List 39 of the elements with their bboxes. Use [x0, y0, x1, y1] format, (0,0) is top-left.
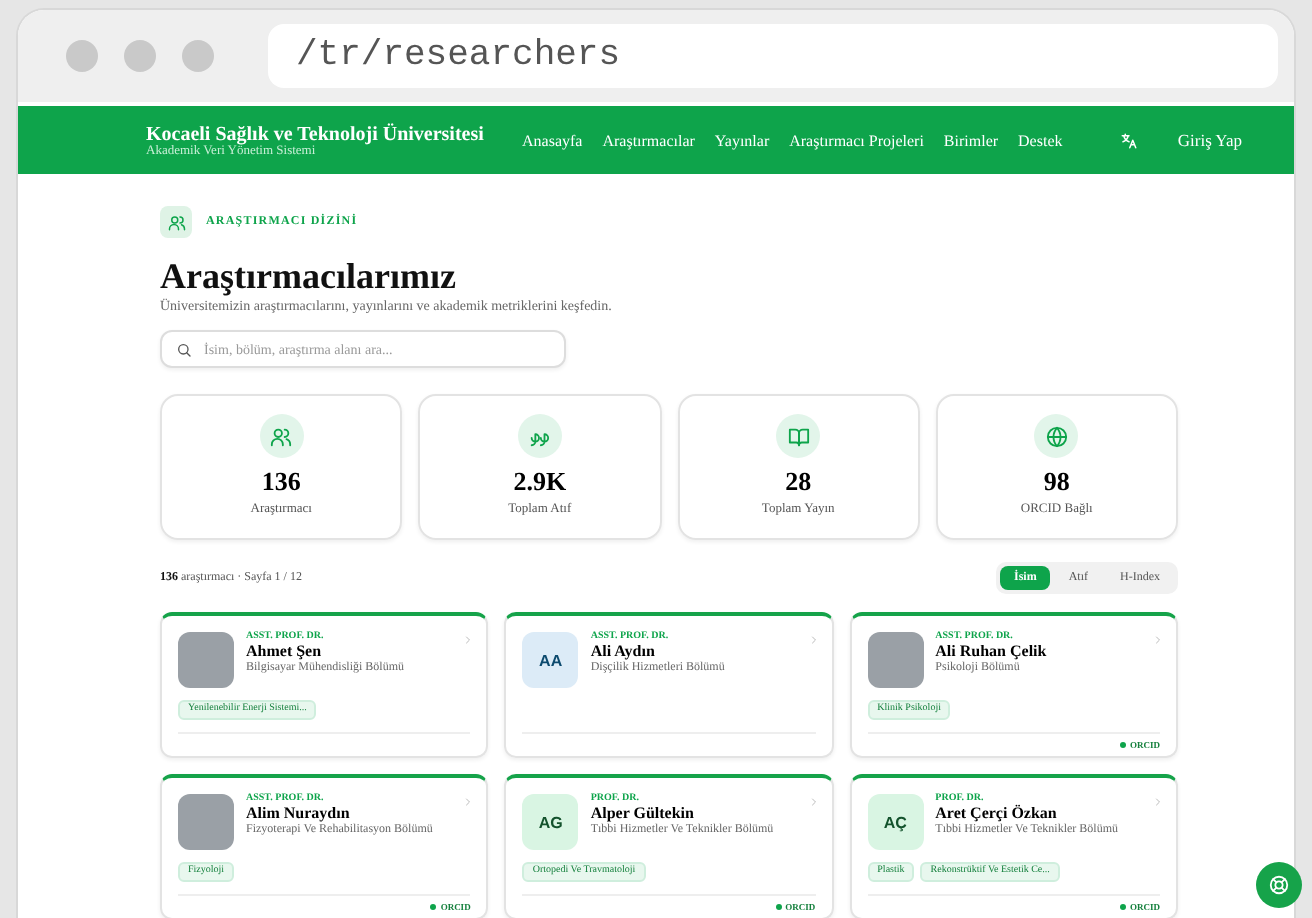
- photo-placeholder: [178, 794, 234, 850]
- chevron-right-icon: [1151, 796, 1164, 808]
- search-icon: [176, 342, 192, 358]
- page-title: Araştırmacılarımız: [160, 256, 458, 296]
- address-bar[interactable]: /tr/researchers: [268, 24, 1278, 88]
- university-name: Kocaeli Sağlık ve Teknoloji Üniversitesi: [146, 123, 484, 145]
- status-dot: [775, 904, 782, 910]
- open-book-icon: [787, 425, 810, 447]
- chevron-right-icon: [1151, 634, 1164, 646]
- chevron-right-icon: [462, 796, 475, 808]
- researcher-name: Aret Çerçi Özkan: [935, 804, 1059, 823]
- stat-value: 136: [261, 466, 301, 496]
- people-icon: [270, 425, 293, 447]
- window-control[interactable]: [124, 40, 156, 72]
- researcher-name: Ali Aydın: [590, 642, 657, 661]
- stat-value: 2.9K: [513, 466, 567, 496]
- initials-avatar: AG: [522, 794, 579, 850]
- researcher-name: Alim Nuraydın: [246, 804, 352, 823]
- globe-icon: [1045, 425, 1068, 447]
- status-dot: [1119, 742, 1126, 748]
- lifebuoy-icon: [1268, 874, 1290, 896]
- people-icon: [167, 213, 185, 231]
- status-dot: [430, 904, 437, 910]
- researcher-name: Alper Gültekin: [590, 804, 696, 823]
- chevron-right-icon: [462, 634, 475, 646]
- researcher-name: Ali Ruhan Çelik: [935, 642, 1047, 661]
- chevron-right-icon: [807, 796, 820, 808]
- stat-value: 98: [1043, 466, 1070, 496]
- initials-avatar: AÇ: [867, 794, 924, 850]
- window-control[interactable]: [66, 40, 98, 72]
- translate-icon[interactable]: [1119, 131, 1138, 149]
- status-dot: [1119, 904, 1126, 910]
- initials-avatar: AA: [522, 632, 579, 688]
- researcher-name: Ahmet Şen: [246, 642, 324, 661]
- chevron-right-icon: [807, 634, 820, 646]
- photo-placeholder: [867, 632, 924, 688]
- stat-value: 28: [785, 466, 812, 496]
- window-control[interactable]: [182, 40, 214, 72]
- photo-placeholder: [178, 632, 234, 688]
